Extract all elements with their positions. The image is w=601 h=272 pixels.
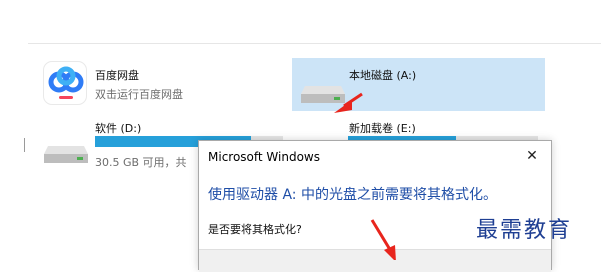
format-disk-dialog: Microsoft Windows ✕ 使用驱动器 A: 中的光盘之前需要将其格… [198, 140, 552, 272]
hard-drive-icon [301, 80, 345, 107]
baidu-netdisk-icon [43, 61, 87, 105]
drive-e-title: 新加载卷 (E:) [349, 122, 416, 135]
drive-d-free-space: 30.5 GB 可用，共 [95, 156, 187, 169]
drive-a-tile[interactable]: 本地磁盘 (A:) [292, 58, 545, 111]
hard-drive-icon [44, 140, 88, 167]
dialog-title: Microsoft Windows [208, 150, 320, 164]
baidu-netdisk-title: 百度网盘 [95, 69, 139, 82]
dialog-button-area [199, 249, 551, 272]
dialog-main-instruction: 使用驱动器 A: 中的光盘之前需要将其格式化。 [208, 187, 497, 203]
divider [28, 43, 601, 44]
baidu-netdisk-subtitle: 双击运行百度网盘 [95, 88, 183, 101]
drive-d-title: 软件 (D:) [95, 122, 142, 135]
watermark-text: 最需教育 [476, 218, 573, 243]
scroll-edge-mark [24, 138, 25, 152]
baidu-netdisk-tile[interactable]: 百度网盘 双击运行百度网盘 [40, 58, 260, 108]
dialog-question: 是否要将其格式化? [208, 223, 302, 236]
drive-a-title: 本地磁盘 (A:) [349, 69, 417, 82]
close-icon[interactable]: ✕ [519, 145, 545, 167]
